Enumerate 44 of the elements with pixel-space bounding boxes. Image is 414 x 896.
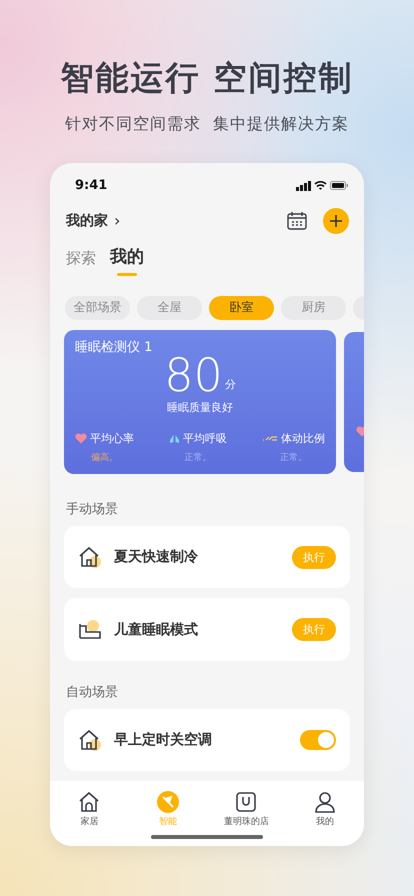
nav-item[interactable]: 董明珠的店 <box>211 791 282 828</box>
compass-icon <box>156 791 179 814</box>
bag-icon <box>235 791 258 814</box>
add-button[interactable] <box>323 208 349 234</box>
metric-value: 正常。 <box>184 452 212 464</box>
bed-icon <box>78 620 102 640</box>
plus-icon <box>330 214 342 227</box>
motion-icon <box>262 434 278 442</box>
scene-name: 儿童睡眠模式 <box>114 620 199 639</box>
status-time: 9:41 <box>75 178 108 194</box>
scene-name: 早上定时关空调 <box>114 731 213 750</box>
sleep-quality: 睡眠质量良好 <box>166 400 234 415</box>
scene-card[interactable]: 儿童睡眠模式 执行 <box>64 598 350 661</box>
metric-label: 平均呼吸 <box>183 430 227 446</box>
sleep-score: 80 <box>164 352 223 398</box>
scene-card[interactable]: 早上定时关空调 <box>64 708 350 772</box>
lungs-icon <box>169 432 180 444</box>
person-icon <box>314 791 336 814</box>
metric-label: 平均心率 <box>90 430 134 446</box>
room-chip[interactable]: 卧室 <box>209 296 274 320</box>
tab[interactable]: 我的 <box>110 244 144 278</box>
nav-item[interactable]: 我的 <box>290 791 360 828</box>
metric-label: 体动比例 <box>281 430 325 446</box>
sleep-monitor-card[interactable]: 睡眠检测仪 1 80 分 睡眠质量良好 平均心率 偏高。 平均呼吸 正常。 体动比例 正常。 <box>64 330 336 474</box>
heart-icon <box>75 432 87 444</box>
calendar-icon[interactable] <box>287 212 307 230</box>
house-icon <box>78 546 102 568</box>
headline: 智能运行 空间控制 <box>60 58 354 98</box>
home-title[interactable]: 我的家 <box>66 212 108 230</box>
section-title: 自动场景 <box>65 684 119 701</box>
scene-card[interactable]: 夏天快速制冷 执行 <box>64 526 350 588</box>
chevron-icon[interactable]: › <box>114 211 120 230</box>
status-icons <box>296 180 348 192</box>
metric-value: 偏高。 <box>91 452 118 464</box>
metric-value: 正常。 <box>280 452 307 464</box>
home-icon <box>78 791 100 814</box>
score-unit: 分 <box>224 376 236 392</box>
toggle-switch[interactable] <box>300 730 336 750</box>
subheadline: 针对不同空间需求 集中提供解决方案 <box>64 114 350 135</box>
nav-item[interactable]: 家居 <box>54 791 124 828</box>
section-title: 手动场景 <box>65 500 119 518</box>
house-icon <box>78 729 102 752</box>
device-name: 睡眠检测仪 1 <box>75 338 154 356</box>
scene-name: 夏天快速制冷 <box>114 548 199 566</box>
